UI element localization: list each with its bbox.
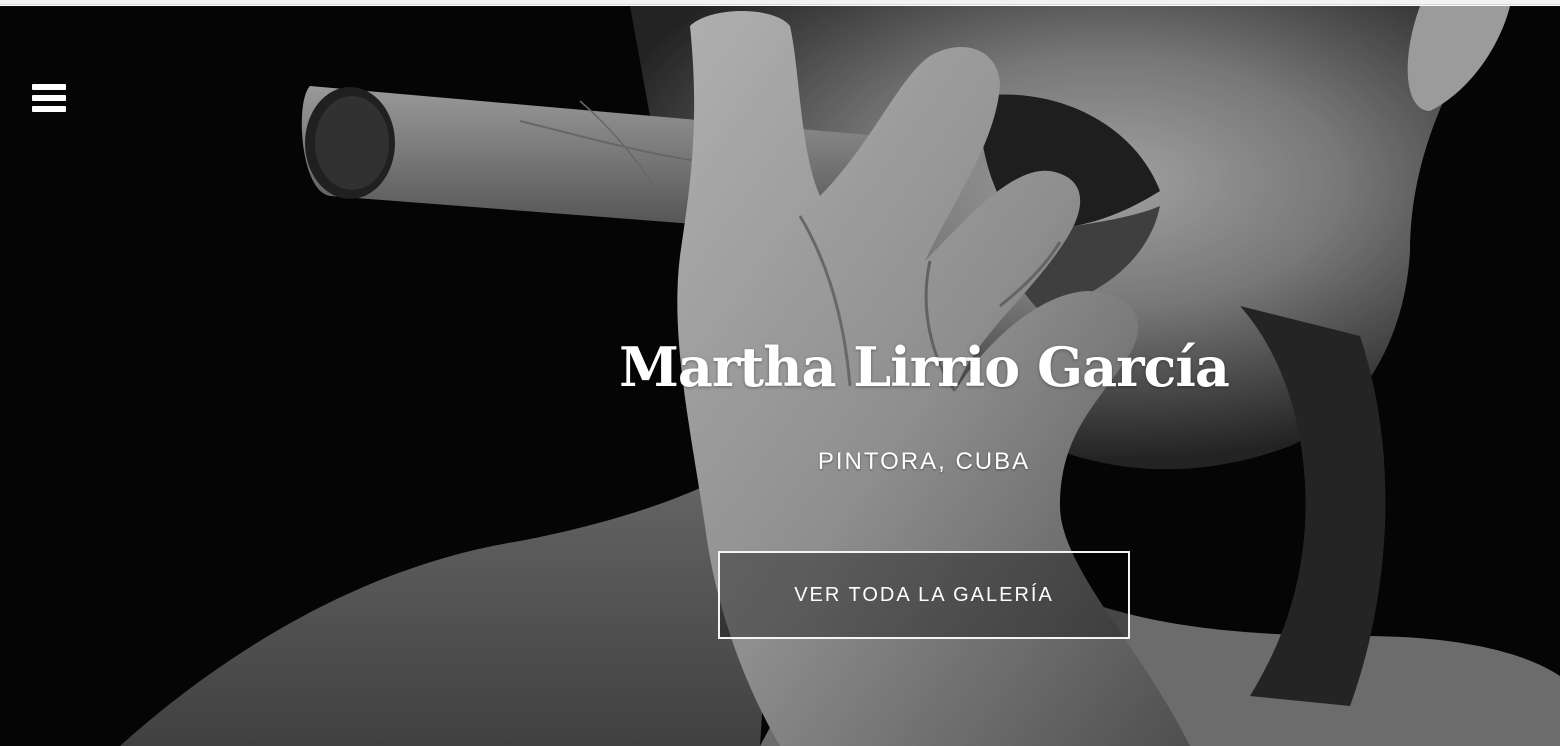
view-gallery-button[interactable]: VER TODA LA GALERÍA <box>718 551 1130 639</box>
page: Martha Lirrio García PINTORA, CUBA VER T… <box>0 0 1560 746</box>
view-gallery-label: VER TODA LA GALERÍA <box>794 584 1054 606</box>
artist-name-title: Martha Lirrio García <box>619 335 1230 399</box>
hamburger-menu-icon[interactable] <box>30 84 68 118</box>
menu-bar-top <box>32 84 66 90</box>
menu-bar-bottom <box>32 106 66 112</box>
hero-section: Martha Lirrio García PINTORA, CUBA VER T… <box>0 6 1560 746</box>
artist-subtitle: PINTORA, CUBA <box>817 448 1031 475</box>
hero-content: Martha Lirrio García PINTORA, CUBA VER T… <box>600 326 1248 639</box>
menu-bar-middle <box>32 95 66 101</box>
top-border <box>0 0 1560 5</box>
